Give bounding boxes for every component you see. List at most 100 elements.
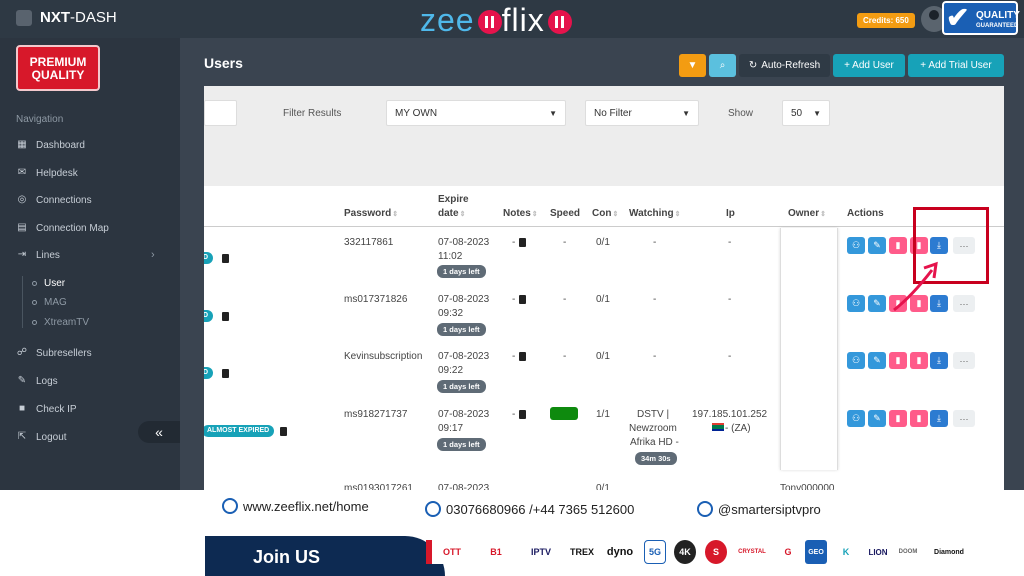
- sidebar-subitem-xtreamtv[interactable]: XtreamTV: [32, 313, 89, 331]
- sidebar-item-check-ip[interactable]: ■ Check IP: [16, 400, 77, 418]
- show-label: Show: [728, 108, 754, 119]
- more-button[interactable]: ···: [953, 352, 975, 369]
- download-button[interactable]: ⤓: [930, 352, 948, 369]
- delete-button[interactable]: ▮: [889, 352, 907, 369]
- show-count-select[interactable]: 50 ▼: [782, 100, 830, 126]
- days-left-badge: 1 days left: [437, 265, 486, 278]
- sidebar-subitem-mag[interactable]: MAG: [32, 293, 67, 311]
- header-actions: Actions: [847, 208, 884, 219]
- header-con[interactable]: Con⇕: [592, 207, 618, 222]
- add-trial-user-button[interactable]: + Add Trial User: [908, 54, 1004, 77]
- header-watching[interactable]: Watching⇕: [629, 207, 681, 222]
- header-ip: Ip: [726, 208, 735, 219]
- add-user-button[interactable]: + Add User: [833, 54, 905, 77]
- flag-za-icon: [712, 423, 724, 431]
- user-info-button[interactable]: ⚇: [847, 352, 865, 369]
- sort-icon: ⇕: [612, 211, 619, 218]
- sidebar-item-connections[interactable]: ◎ Connections: [16, 191, 92, 209]
- con-cell: 0/1: [596, 351, 610, 362]
- search-input[interactable]: [204, 100, 237, 126]
- header-password[interactable]: Password⇕: [344, 207, 398, 222]
- partner-logo-k: K: [842, 547, 850, 557]
- notes-cell: -: [512, 351, 516, 362]
- con-cell: 0/1: [596, 237, 610, 248]
- user-info-button[interactable]: ⚇: [847, 295, 865, 312]
- app-title: NXT-DASH: [40, 9, 117, 26]
- ip-cell: 197.185.101.252: [692, 409, 768, 420]
- sidebar-item-lines[interactable]: ⇥ Lines: [16, 246, 60, 264]
- filter-toggle-button[interactable]: ▼: [679, 54, 706, 77]
- search-button[interactable]: ⌕: [709, 54, 736, 77]
- copy-notes-icon[interactable]: [519, 295, 526, 304]
- copy-notes-icon[interactable]: [519, 352, 526, 361]
- sidebar-item-logout[interactable]: ⇱ Logout: [16, 428, 67, 446]
- days-left-badge: 1 days left: [437, 323, 486, 336]
- owner-column: [780, 228, 838, 470]
- ip-country-cell: - (ZA): [712, 422, 751, 436]
- edit-button[interactable]: ✎: [868, 295, 886, 312]
- download-button[interactable]: ⤓: [930, 410, 948, 427]
- edit-button[interactable]: ✎: [868, 410, 886, 427]
- disable-button[interactable]: ▮: [910, 352, 928, 369]
- submenu-line: [22, 276, 23, 328]
- status-badge: D: [204, 252, 214, 264]
- copy-notes-icon[interactable]: [519, 410, 526, 419]
- sidebar-item-logs[interactable]: ✎ Logs: [16, 372, 58, 390]
- delete-button[interactable]: ▮: [889, 237, 907, 254]
- clipboard-icon[interactable]: [222, 369, 229, 378]
- user-info-button[interactable]: ⚇: [847, 410, 865, 427]
- sidebar-item-connection-map[interactable]: ▤ Connection Map: [16, 219, 109, 237]
- chevron-right-icon: ›: [151, 249, 155, 261]
- status-badge: D: [204, 310, 214, 322]
- sidebar-collapse-button[interactable]: «: [138, 421, 180, 443]
- join-us-banner[interactable]: Join US: [205, 536, 445, 576]
- clipboard-icon[interactable]: [222, 312, 229, 321]
- auto-refresh-button[interactable]: ↻ Auto-Refresh: [739, 54, 830, 77]
- watching-cell: DSTV |: [637, 409, 670, 420]
- pencil-icon: ✎: [873, 298, 881, 308]
- partner-logo-4k: 4K: [674, 540, 696, 564]
- notes-cell: -: [512, 237, 516, 248]
- disable-button[interactable]: ▮: [910, 410, 928, 427]
- clipboard-icon[interactable]: [222, 254, 229, 263]
- partner-logo-geo: GEO: [805, 540, 827, 564]
- status-filter-select[interactable]: No Filter ▼: [585, 100, 699, 126]
- header-owner[interactable]: Owner⇕: [788, 207, 826, 222]
- trash-icon: ▮: [895, 413, 901, 423]
- social-handle[interactable]: @smartersiptvpro: [697, 501, 821, 517]
- header-notes[interactable]: Notes⇕: [503, 207, 538, 222]
- partner-logo-b1: B1: [490, 547, 502, 557]
- edit-button[interactable]: ✎: [868, 352, 886, 369]
- expire-date-cell: 07-08-2023: [438, 351, 490, 362]
- edit-button[interactable]: ✎: [868, 237, 886, 254]
- more-button[interactable]: ···: [953, 295, 975, 312]
- user-icon: ⚇: [851, 355, 861, 365]
- delete-button[interactable]: ▮: [889, 410, 907, 427]
- sidebar-item-dashboard[interactable]: ▦ Dashboard: [16, 136, 85, 154]
- user-info-button[interactable]: ⚇: [847, 237, 865, 254]
- users-panel: Filter Results MY OWN ▼ No Filter ▼ Show 5…: [204, 86, 1004, 490]
- watching-cell: -: [653, 237, 657, 248]
- credits-badge: Credits: 650: [857, 13, 915, 28]
- map-icon: ▤: [17, 222, 27, 233]
- dashboard-icon: ▦: [17, 139, 27, 150]
- copy-notes-icon[interactable]: [519, 238, 526, 247]
- header-expire-date[interactable]: Expire date⇕: [438, 193, 469, 222]
- sidebar-item-helpdesk[interactable]: ✉ Helpdesk: [16, 164, 78, 182]
- website-link[interactable]: www.zeeflix.net/home: [222, 498, 369, 514]
- sort-icon: ⇕: [674, 211, 681, 218]
- camera-icon: ■: [18, 403, 26, 414]
- ip-cell: -: [728, 294, 732, 305]
- clipboard-icon[interactable]: [280, 427, 287, 436]
- ip-cell: -: [728, 237, 732, 248]
- partner-logo-g: G: [784, 547, 792, 557]
- header-speed: Speed: [550, 208, 581, 219]
- sidebar-item-subresellers[interactable]: ☍ Subresellers: [16, 344, 92, 362]
- expire-time-cell: 09:22: [438, 365, 464, 376]
- users-icon: ☍: [16, 347, 28, 358]
- connections-icon: ◎: [17, 194, 27, 205]
- owner-filter-select[interactable]: MY OWN ▼: [386, 100, 566, 126]
- sidebar-subitem-user[interactable]: User: [32, 274, 65, 292]
- more-button[interactable]: ···: [953, 410, 975, 427]
- header-divider: [204, 226, 1004, 227]
